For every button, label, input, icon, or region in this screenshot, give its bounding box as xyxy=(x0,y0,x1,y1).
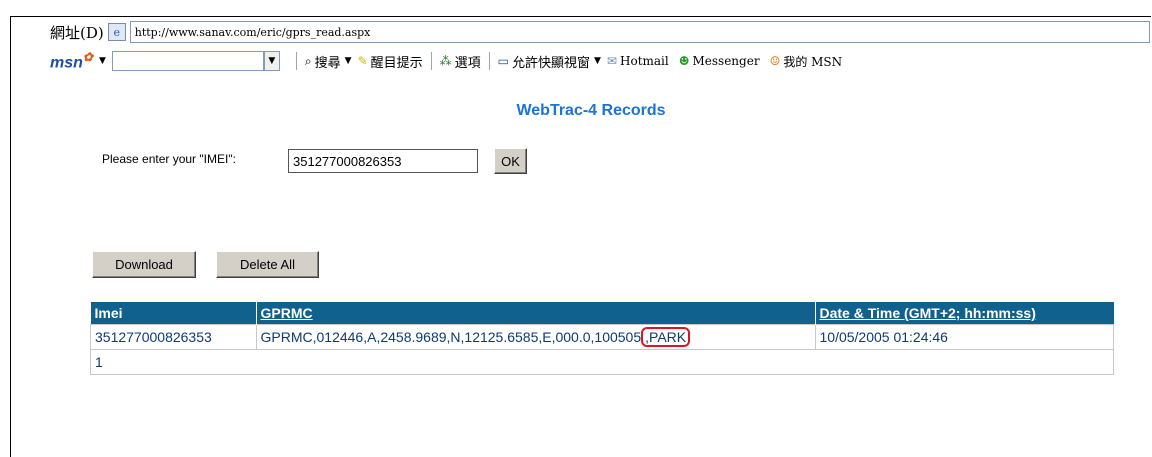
table-row: 351277000826353 GPRMC,012446,A,2458.9689… xyxy=(90,324,1114,350)
toolbar-divider xyxy=(488,52,490,70)
gprmc-cell: GPRMC,012446,A,2458.9689,N,12125.6585,E,… xyxy=(255,324,816,350)
popup-window-icon: ▭ xyxy=(497,54,509,68)
highlighter-icon: ✎ xyxy=(357,54,368,68)
pager-row: 1 xyxy=(90,349,1114,375)
chevron-down-icon[interactable]: ▼ xyxy=(594,56,601,66)
highlight-button[interactable]: ✎ 醒目提示 xyxy=(358,52,423,71)
page-number-link[interactable]: 1 xyxy=(90,349,1114,375)
toolbar-divider xyxy=(295,52,297,70)
options-button[interactable]: ⁂ 選項 xyxy=(440,52,481,71)
toolbar-divider xyxy=(430,52,432,70)
park-highlight: ,PARK xyxy=(641,327,691,347)
table-header-row: Imei GPRMC Date & Time (GMT+2; hh:mm:ss) xyxy=(90,302,1114,325)
ie-page-icon: e xyxy=(107,23,126,41)
download-button[interactable]: Download xyxy=(92,251,196,278)
imei-cell: 351277000826353 xyxy=(90,324,257,350)
search-icon: ⌕ xyxy=(304,53,312,68)
datetime-cell: 10/05/2005 01:24:46 xyxy=(814,324,1114,350)
options-icon: ⁂ xyxy=(439,54,452,68)
my-msn-person-icon: ☺ xyxy=(769,54,781,68)
hotmail-button[interactable]: ✉ Hotmail xyxy=(607,54,669,68)
msn-toolbar: msn✿ ▼ ▼ ⌕ 搜尋 ▼ ✎ 醒目提示 ⁂ 選項 ▭ 允許快顯視窗 ▼ ✉… xyxy=(50,48,1150,74)
content-frame xyxy=(10,16,1151,457)
address-bar: 網址(D) e http://www.sanav.com/eric/gprs_r… xyxy=(50,20,1150,44)
msn-logo[interactable]: msn✿ xyxy=(50,50,93,72)
msn-search-input[interactable] xyxy=(111,51,264,71)
column-header-datetime[interactable]: Date & Time (GMT+2; hh:mm:ss) xyxy=(815,302,1114,325)
my-msn-button[interactable]: ☺ 我的 MSN xyxy=(770,53,843,70)
address-url-field[interactable]: http://www.sanav.com/eric/gprs_read.aspx xyxy=(129,21,1150,43)
search-button[interactable]: ⌕ 搜尋 ▼ xyxy=(305,52,358,71)
column-header-imei: Imei xyxy=(90,302,257,325)
column-header-gprmc[interactable]: GPRMC xyxy=(256,302,816,325)
page-title: WebTrac-4 Records xyxy=(516,102,666,119)
envelope-icon: ✉ xyxy=(606,54,617,68)
delete-all-button[interactable]: Delete All xyxy=(216,251,319,278)
popup-blocker-button[interactable]: ▭ 允許快顯視窗 ▼ xyxy=(498,52,607,71)
messenger-buddies-icon: ☻ xyxy=(678,54,690,68)
gprmc-text: GPRMC,012446,A,2458.9689,N,12125.6585,E,… xyxy=(260,329,642,345)
records-table: Imei GPRMC Date & Time (GMT+2; hh:mm:ss)… xyxy=(90,302,1114,375)
msn-butterfly-icon: ✿ xyxy=(82,49,93,64)
chevron-down-icon[interactable]: ▼ xyxy=(99,56,106,66)
messenger-button[interactable]: ☻ Messenger xyxy=(679,54,760,68)
imei-prompt-label: Please enter your "IMEI": xyxy=(102,152,236,166)
ok-button[interactable]: OK xyxy=(494,148,527,174)
imei-input[interactable] xyxy=(288,149,478,173)
chevron-down-icon[interactable]: ▼ xyxy=(345,56,352,66)
search-dropdown-button[interactable]: ▼ xyxy=(263,51,280,71)
address-label: 網址(D) xyxy=(50,23,104,42)
